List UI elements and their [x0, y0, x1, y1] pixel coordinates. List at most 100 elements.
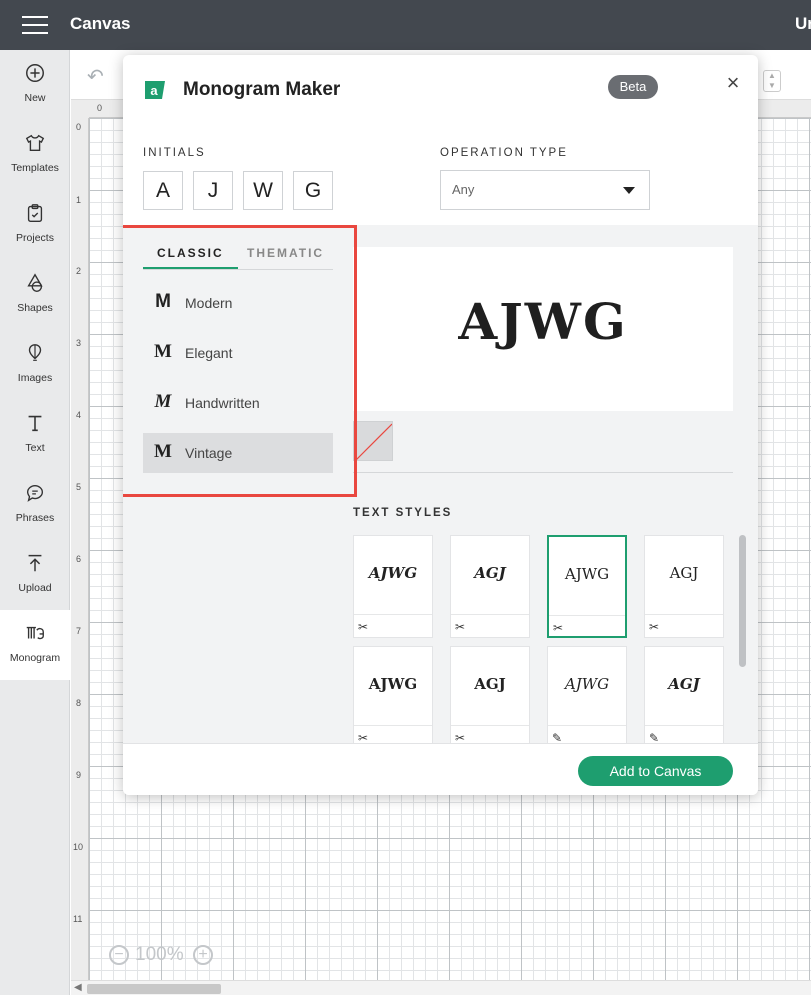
sidebar-item-monogram[interactable]: Monogram [0, 610, 70, 680]
stepper-arrows-icon[interactable]: ▲ ▼ [763, 70, 781, 92]
operation-type-label: OPERATION TYPE [440, 147, 568, 159]
plus-circle-icon [0, 62, 70, 88]
ruler-number: 0 [97, 103, 103, 113]
ruler-number: 2 [76, 266, 82, 276]
ruler-number: 9 [76, 770, 82, 780]
top-bar: Canvas Ur [0, 0, 811, 50]
card-divider [354, 614, 432, 615]
initial-input[interactable]: J [193, 171, 233, 210]
scrollbar-thumb[interactable] [87, 984, 221, 994]
sidebar-item-new[interactable]: New [0, 50, 70, 120]
initial-input[interactable]: W [243, 171, 283, 210]
text-style-card[interactable]: AGJ ✂ [644, 535, 724, 638]
document-title[interactable]: Ur [795, 14, 811, 34]
annotation-highlight-box [123, 225, 357, 497]
beta-badge: Beta [608, 75, 658, 99]
ruler-number: 11 [73, 914, 83, 924]
operation-type-select[interactable]: Any [440, 170, 650, 210]
text-style-sample: AGJ [474, 675, 506, 693]
card-divider [451, 614, 529, 615]
text-style-sample: AGJ [669, 564, 699, 582]
text-style-sample: AGJ [668, 675, 700, 693]
sidebar-item-shapes[interactable]: Shapes [0, 260, 70, 330]
no-color-icon [355, 423, 392, 460]
svg-text:a: a [150, 83, 158, 98]
ruler-left: 0 1 2 3 4 5 6 7 8 9 10 11 [71, 118, 89, 980]
sidebar-item-templates[interactable]: Templates [0, 120, 70, 190]
card-divider [645, 725, 723, 726]
section-divider [353, 472, 733, 473]
initial-input[interactable]: G [293, 171, 333, 210]
close-icon[interactable]: × [721, 71, 745, 95]
color-swatch[interactable] [353, 421, 393, 461]
left-sidebar: New Templates Projects Shapes Images Tex… [0, 50, 70, 995]
text-style-card[interactable]: AGJ ✂ [450, 535, 530, 638]
sidebar-item-label: Monogram [9, 652, 61, 664]
text-styles-scrollbar[interactable] [739, 535, 746, 667]
add-to-canvas-button[interactable]: Add to Canvas [578, 756, 733, 786]
app-title: Canvas [70, 14, 131, 33]
text-icon [0, 412, 70, 438]
sidebar-item-label: New [24, 92, 46, 104]
card-divider [451, 725, 529, 726]
ruler-number: 4 [76, 410, 82, 420]
ruler-number: 6 [76, 554, 82, 564]
card-divider [645, 614, 723, 615]
shapes-icon [0, 272, 70, 298]
zoom-control: − 100% + [105, 938, 217, 972]
ruler-number: 5 [76, 482, 82, 492]
initial-input[interactable]: A [143, 171, 183, 210]
monogram-logo-icon: a [145, 81, 165, 99]
text-style-card[interactable]: AJWG ✎ [547, 646, 627, 749]
preview-panel: AJWG TEXT STYLES AJWG ✂ AGJ ✂ AJWG ✂ AGJ… [333, 225, 758, 749]
card-divider [549, 615, 625, 616]
scissors-icon: ✂ [649, 620, 660, 634]
text-style-card-selected[interactable]: AJWG ✂ [547, 535, 627, 638]
undo-icon[interactable]: ↶ [87, 64, 104, 89]
sidebar-item-label: Projects [16, 232, 54, 244]
dialog-title: Monogram Maker [183, 79, 341, 100]
scissors-icon: ✂ [455, 620, 466, 634]
chevron-down-icon [623, 187, 635, 194]
ruler-number: 10 [73, 842, 84, 852]
dialog-footer: Add to Canvas [123, 743, 758, 795]
ruler-number: 7 [76, 626, 82, 636]
scissors-icon: ✂ [358, 620, 369, 634]
sidebar-item-label: Images [17, 372, 53, 384]
zoom-in-icon[interactable]: + [193, 945, 213, 965]
horizontal-scrollbar[interactable]: ◀ [71, 980, 811, 995]
operation-type-value: Any [452, 182, 475, 197]
ruler-corner [71, 100, 89, 118]
ruler-number: 3 [76, 338, 82, 348]
text-style-card[interactable]: AGJ ✎ [644, 646, 724, 749]
scissors-icon: ✂ [553, 621, 564, 635]
clipboard-icon [0, 202, 70, 228]
upload-icon [0, 552, 70, 578]
card-divider [354, 725, 432, 726]
sidebar-item-text[interactable]: Text [0, 400, 70, 470]
initials-label: INITIALS [143, 147, 206, 159]
balloon-icon [0, 342, 70, 368]
monogram-icon [0, 622, 70, 648]
sidebar-item-phrases[interactable]: Phrases [0, 470, 70, 540]
sidebar-item-images[interactable]: Images [0, 330, 70, 400]
text-style-card[interactable]: AJWG ✂ [353, 535, 433, 638]
text-styles-label: TEXT STYLES [353, 507, 453, 519]
ruler-number: 8 [76, 698, 82, 708]
zoom-out-icon[interactable]: − [109, 945, 129, 965]
text-style-sample: AJWG [564, 675, 610, 693]
text-style-card[interactable]: AJWG ✂ [353, 646, 433, 749]
shirt-icon [0, 132, 70, 158]
sidebar-item-label: Shapes [17, 302, 53, 314]
sidebar-item-projects[interactable]: Projects [0, 190, 70, 260]
text-style-sample: AJWG [564, 565, 610, 583]
card-divider [548, 725, 626, 726]
sidebar-item-upload[interactable]: Upload [0, 540, 70, 610]
sidebar-item-label: Templates [11, 162, 59, 174]
text-style-sample: AJWG [368, 564, 418, 582]
ruler-number: 0 [76, 122, 82, 132]
ruler-number: 1 [76, 195, 82, 205]
text-style-card[interactable]: AGJ ✂ [450, 646, 530, 749]
scroll-left-icon[interactable]: ◀ [74, 982, 82, 993]
hamburger-menu-icon[interactable] [22, 16, 48, 34]
